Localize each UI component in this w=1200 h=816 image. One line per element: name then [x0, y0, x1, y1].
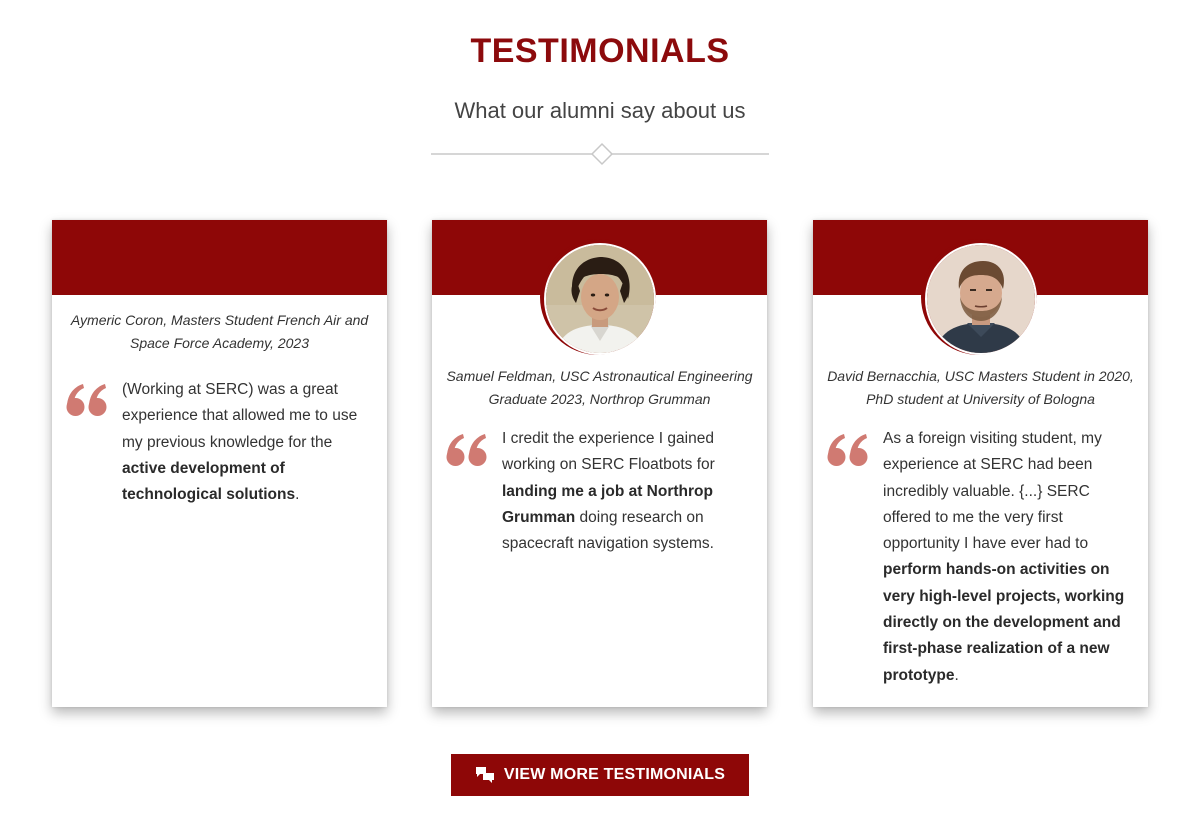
divider-icon: [431, 142, 769, 166]
button-label: VIEW MORE TESTIMONIALS: [503, 766, 726, 783]
testimonial-quote: (Working at SERC) was a great experience…: [122, 381, 358, 504]
testimonial-quote: As a foreign visiting student, my experi…: [883, 430, 1125, 684]
quote-icon: [827, 434, 868, 466]
section-subtitle: What our alumni say about us: [454, 98, 746, 123]
chat-bubbles-icon: [475, 767, 494, 783]
testimonial-card: Aymeric Coron, Masters Student French Ai…: [52, 220, 387, 707]
avatar: [540, 239, 656, 355]
testimonial-card: David Bernacchia, USC Masters Student in…: [813, 220, 1148, 707]
section-title: TESTIMONIALS: [470, 32, 730, 70]
quote-icon: [446, 434, 487, 466]
testimonial-quote: I credit the experience I gained working…: [502, 430, 715, 553]
testimonial-author: Aymeric Coron, Masters Student French Ai…: [70, 312, 369, 351]
avatar: [921, 239, 1037, 355]
testimonial-author: Samuel Feldman, USC Astronautical Engine…: [446, 368, 753, 407]
portrait-photo: [927, 245, 1035, 353]
quote-icon: [66, 384, 107, 416]
testimonial-card: Samuel Feldman, USC Astronautical Engine…: [432, 220, 767, 707]
view-more-testimonials-button[interactable]: VIEW MORE TESTIMONIALS: [451, 754, 749, 796]
card-header-band: [52, 220, 387, 295]
testimonial-author: David Bernacchia, USC Masters Student in…: [827, 368, 1134, 407]
portrait-photo: [546, 245, 654, 353]
